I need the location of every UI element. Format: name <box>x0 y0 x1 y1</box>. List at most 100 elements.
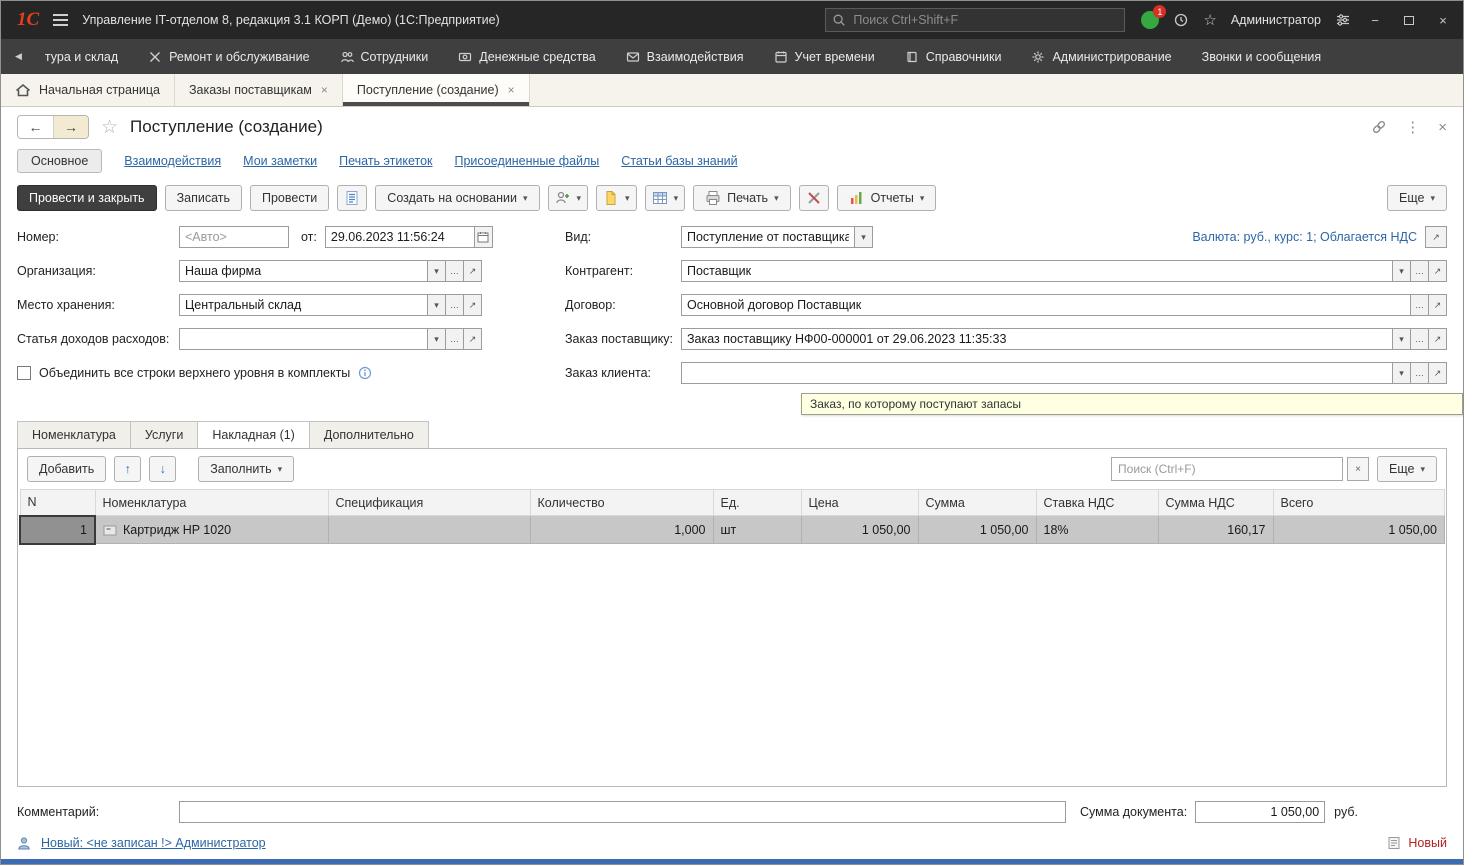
menu-item-inventory-warehouse[interactable]: тура и склад <box>32 39 131 74</box>
favorites-star-icon[interactable]: ☆ <box>1203 13 1216 28</box>
expense-choose-button[interactable]: … <box>445 328 464 350</box>
document-total-field[interactable] <box>1195 801 1325 823</box>
attach-file-button[interactable]: ▾ <box>596 185 637 211</box>
section-link-attached-files[interactable]: Присоединенные файлы <box>455 154 600 168</box>
cell-nomenclature[interactable]: Картридж HP 1020 <box>95 516 328 544</box>
client-order-field[interactable] <box>681 362 1393 384</box>
current-user[interactable]: Администратор <box>1231 13 1321 27</box>
cell-row-number[interactable]: 1 <box>20 516 95 544</box>
kind-field[interactable] <box>681 226 855 248</box>
close-document-icon[interactable]: × <box>1438 119 1447 136</box>
more-button[interactable]: Еще▾ <box>1387 185 1447 211</box>
contractor-field[interactable] <box>681 260 1393 282</box>
column-header-vat-rate[interactable]: Ставка НДС <box>1036 490 1158 516</box>
tab-nomenclature[interactable]: Номенклатура <box>17 421 131 448</box>
section-link-interactions[interactable]: Взаимодействия <box>124 154 221 168</box>
table-settings-button[interactable]: ▾ <box>645 185 686 211</box>
tab-supplier-orders[interactable]: Заказы поставщикам × <box>175 74 343 106</box>
save-button[interactable]: Записать <box>165 185 242 211</box>
global-search[interactable] <box>825 8 1125 32</box>
menu-item-calls-messages[interactable]: Звонки и сообщения <box>1189 39 1335 74</box>
comment-field[interactable] <box>179 801 1066 823</box>
menu-scroll-left-icon[interactable]: ◀ <box>9 51 28 62</box>
tab-close-icon[interactable]: × <box>508 83 515 97</box>
organization-field[interactable] <box>179 260 428 282</box>
close-window-button[interactable]: × <box>1433 13 1453 28</box>
menu-item-catalogs[interactable]: Справочники <box>892 39 1015 74</box>
contract-choose-button[interactable]: … <box>1410 294 1429 316</box>
contractor-choose-button[interactable]: … <box>1410 260 1429 282</box>
fill-button[interactable]: Заполнить▾ <box>198 456 294 482</box>
column-header-nomenclature[interactable]: Номенклатура <box>95 490 328 516</box>
expense-dropdown-button[interactable]: ▾ <box>427 328 446 350</box>
move-row-up-button[interactable]: ↑ <box>114 456 141 482</box>
column-header-sum[interactable]: Сумма <box>918 490 1036 516</box>
table-row[interactable]: 1 Картридж HP 1020 1,000 шт 1 050,00 1 0… <box>20 516 1445 544</box>
menu-item-money[interactable]: Денежные средства <box>445 39 608 74</box>
calendar-picker-button[interactable] <box>474 226 493 248</box>
section-main[interactable]: Основное <box>17 149 102 173</box>
column-header-unit[interactable]: Ед. <box>713 490 801 516</box>
tab-receipt-create[interactable]: Поступление (создание) × <box>343 74 530 106</box>
column-header-total[interactable]: Всего <box>1273 490 1445 516</box>
client-order-open-button[interactable]: ↗ <box>1428 362 1447 384</box>
tune-icon[interactable] <box>1335 12 1351 28</box>
grid-more-button[interactable]: Еще▾ <box>1377 456 1437 482</box>
number-field[interactable] <box>179 226 289 248</box>
menu-item-repair-service[interactable]: Ремонт и обслуживание <box>135 39 322 74</box>
history-icon[interactable] <box>1173 12 1189 28</box>
clear-search-button[interactable]: × <box>1347 457 1369 481</box>
column-header-specification[interactable]: Спецификация <box>328 490 530 516</box>
supplier-order-open-button[interactable]: ↗ <box>1428 328 1447 350</box>
supplier-order-choose-button[interactable]: … <box>1410 328 1429 350</box>
cell-sum[interactable]: 1 050,00 <box>918 516 1036 544</box>
column-header-vat-sum[interactable]: Сумма НДС <box>1158 490 1273 516</box>
assign-responsible-button[interactable]: ▾ <box>548 185 589 211</box>
forward-button[interactable]: → <box>53 116 88 138</box>
home-tab[interactable]: Начальная страница <box>1 74 175 106</box>
client-order-dropdown-button[interactable]: ▾ <box>1392 362 1411 384</box>
menu-item-interactions[interactable]: Взаимодействия <box>613 39 757 74</box>
cell-vat-rate[interactable]: 18% <box>1036 516 1158 544</box>
maximize-button[interactable] <box>1399 13 1419 28</box>
document-state-link[interactable]: Новый: <не записан !> Администратор <box>41 836 266 850</box>
print-button[interactable]: Печать▾ <box>693 185 790 211</box>
column-header-price[interactable]: Цена <box>801 490 918 516</box>
cell-total[interactable]: 1 050,00 <box>1273 516 1445 544</box>
organization-choose-button[interactable]: … <box>445 260 464 282</box>
cell-specification[interactable] <box>328 516 530 544</box>
section-link-knowledge-base[interactable]: Статьи базы знаний <box>621 154 737 168</box>
cell-quantity[interactable]: 1,000 <box>530 516 713 544</box>
global-search-input[interactable] <box>851 12 1118 28</box>
menu-item-time-tracking[interactable]: Учет времени <box>761 39 888 74</box>
date-field[interactable] <box>325 226 475 248</box>
add-to-favorites-icon[interactable]: ☆ <box>101 116 118 139</box>
warehouse-choose-button[interactable]: … <box>445 294 464 316</box>
more-menu-icon[interactable]: ⋮ <box>1405 118 1420 136</box>
supplier-order-dropdown-button[interactable]: ▾ <box>1392 328 1411 350</box>
move-row-down-button[interactable]: ↓ <box>149 456 176 482</box>
create-based-on-button[interactable]: Создать на основании▾ <box>375 185 539 211</box>
cell-unit[interactable]: шт <box>713 516 801 544</box>
kind-dropdown-button[interactable]: ▾ <box>854 226 873 248</box>
client-order-choose-button[interactable]: … <box>1410 362 1429 384</box>
reports-button[interactable]: Отчеты▾ <box>837 185 937 211</box>
column-header-n[interactable]: N <box>20 490 95 516</box>
get-link-icon[interactable] <box>1371 119 1387 135</box>
section-link-print-labels[interactable]: Печать этикеток <box>339 154 432 168</box>
tab-services[interactable]: Услуги <box>130 421 198 448</box>
menu-item-administration[interactable]: Администрирование <box>1018 39 1184 74</box>
minimize-button[interactable]: − <box>1365 13 1385 28</box>
tab-invoice[interactable]: Накладная (1) <box>197 421 310 448</box>
column-header-quantity[interactable]: Количество <box>530 490 713 516</box>
currency-info-link[interactable]: Валюта: руб., курс: 1; Облагается НДС <box>1192 230 1417 244</box>
warehouse-open-button[interactable]: ↗ <box>463 294 482 316</box>
currency-settings-button[interactable]: ↗ <box>1425 226 1447 248</box>
contractor-open-button[interactable]: ↗ <box>1428 260 1447 282</box>
service-tools-button[interactable] <box>799 185 829 211</box>
cell-vat-sum[interactable]: 160,17 <box>1158 516 1273 544</box>
main-menu-icon[interactable] <box>53 14 68 26</box>
contractor-dropdown-button[interactable]: ▾ <box>1392 260 1411 282</box>
grid-search-input[interactable] <box>1111 457 1343 481</box>
expense-item-field[interactable] <box>179 328 428 350</box>
